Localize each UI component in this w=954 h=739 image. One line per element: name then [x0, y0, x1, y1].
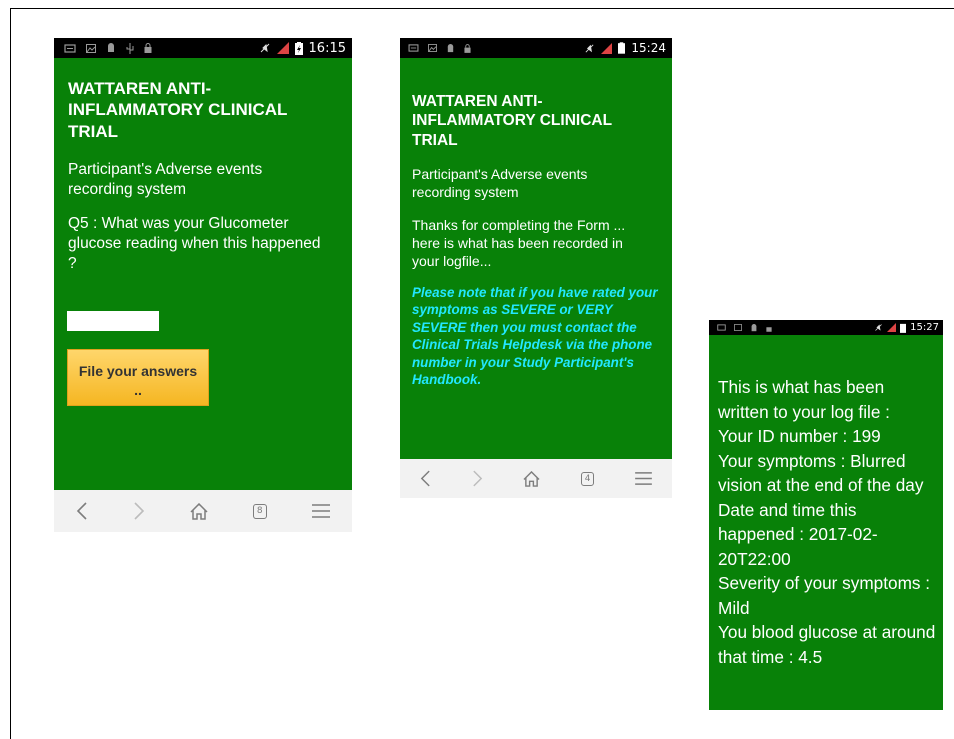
signal-icon — [887, 323, 897, 332]
status-bar: 15:27 — [709, 320, 943, 335]
page-subtitle: Participant's Adverse events recording s… — [412, 166, 588, 201]
menu-button[interactable] — [634, 472, 652, 485]
log-heading: This is what has been written to your lo… — [718, 377, 890, 422]
mute-icon — [585, 44, 594, 52]
image-icon — [428, 44, 437, 52]
menu-button[interactable] — [311, 504, 330, 518]
page-title: WATTAREN ANTI-INFLAMMATORY CLINICAL TRIA… — [68, 79, 288, 141]
forward-button[interactable] — [133, 502, 145, 520]
forward-icon — [473, 470, 483, 487]
signal-icon — [601, 42, 613, 54]
image-icon — [734, 324, 742, 331]
mute-icon — [875, 324, 882, 331]
log-severity: Severity of your symptoms : Mild — [718, 573, 931, 618]
home-button[interactable] — [523, 470, 541, 487]
browser-navbar: 8 — [54, 490, 352, 532]
file-answers-label: File your answers — [78, 363, 198, 379]
back-button[interactable] — [420, 470, 431, 487]
phone-screen-question: 16:15 WATTAREN ANTI-INFLAMMATORY CLINICA… — [54, 38, 352, 532]
notification-icons — [64, 42, 152, 54]
tab-count: 4 — [584, 473, 591, 484]
home-icon — [523, 470, 541, 487]
tab-count: 8 — [256, 506, 263, 516]
android-icon — [447, 43, 454, 52]
phone-screen-logfile: 15:27 This is what has been written to y… — [709, 320, 943, 710]
severity-warning-note: Please note that if you have rated your … — [412, 285, 658, 388]
status-bar: 16:15 — [54, 38, 352, 58]
android-icon — [108, 43, 114, 52]
sim-icon — [408, 44, 419, 52]
tabs-button[interactable]: 4 — [581, 471, 595, 486]
sim-icon — [717, 324, 726, 331]
notification-icons — [717, 323, 772, 332]
status-time: 15:27 — [910, 322, 939, 333]
forward-icon — [134, 502, 145, 520]
forward-button[interactable] — [472, 470, 483, 487]
mute-icon — [260, 43, 269, 53]
android-icon — [751, 323, 757, 331]
page-subtitle: Participant's Adverse events recording s… — [68, 160, 263, 198]
log-date-time: Date and time this happened : 2017-02-20… — [718, 499, 878, 569]
glucose-reading-input[interactable] — [67, 311, 159, 331]
menu-icon — [311, 504, 330, 518]
tabs-icon: 4 — [581, 471, 595, 486]
battery-icon — [618, 42, 626, 54]
back-icon — [421, 470, 430, 487]
page-content: WATTAREN ANTI-INFLAMMATORY CLINICAL TRIA… — [400, 58, 672, 389]
status-time: 16:15 — [308, 40, 346, 56]
page-title: WATTAREN ANTI-INFLAMMATORY CLINICAL TRIA… — [412, 93, 612, 149]
image-icon — [86, 43, 96, 53]
lock-icon — [464, 43, 471, 53]
log-symptoms: Your symptoms : Blurred vision at the en… — [718, 450, 924, 496]
back-icon — [77, 502, 87, 520]
tabs-button[interactable]: 8 — [252, 503, 267, 519]
question-text: Q5 : What was your Glucometer glucose re… — [68, 215, 321, 273]
log-content: This is what has been written to your lo… — [709, 335, 943, 669]
status-bar: 15:24 — [400, 38, 672, 58]
log-id-number: Your ID number : 199 — [718, 426, 881, 446]
browser-navbar: 4 — [400, 459, 672, 498]
back-button[interactable] — [76, 502, 88, 520]
lock-icon — [144, 43, 152, 53]
file-answers-label-ellipsis: .. — [134, 381, 142, 398]
usb-icon — [126, 42, 134, 54]
thanks-text: Thanks for completing the Form ... here … — [412, 216, 626, 269]
log-blood-glucose: You blood glucose at around that time : … — [718, 622, 936, 667]
home-button[interactable] — [190, 502, 208, 520]
page-content: WATTAREN ANTI-INFLAMMATORY CLINICAL TRIA… — [54, 58, 352, 274]
battery-icon — [294, 41, 303, 55]
file-answers-button[interactable]: File your answers .. — [67, 349, 209, 406]
signal-icon — [276, 42, 289, 54]
tabs-icon: 8 — [252, 503, 267, 519]
home-icon — [190, 502, 208, 520]
sim-icon — [64, 43, 76, 53]
lock-icon — [766, 326, 772, 332]
battery-icon — [900, 323, 907, 333]
notification-icons — [408, 43, 471, 53]
phone-screen-confirmation: 15:24 WATTAREN ANTI-INFLAMMATORY CLINICA… — [400, 38, 672, 498]
menu-icon — [634, 472, 652, 485]
status-time: 15:24 — [631, 41, 666, 55]
